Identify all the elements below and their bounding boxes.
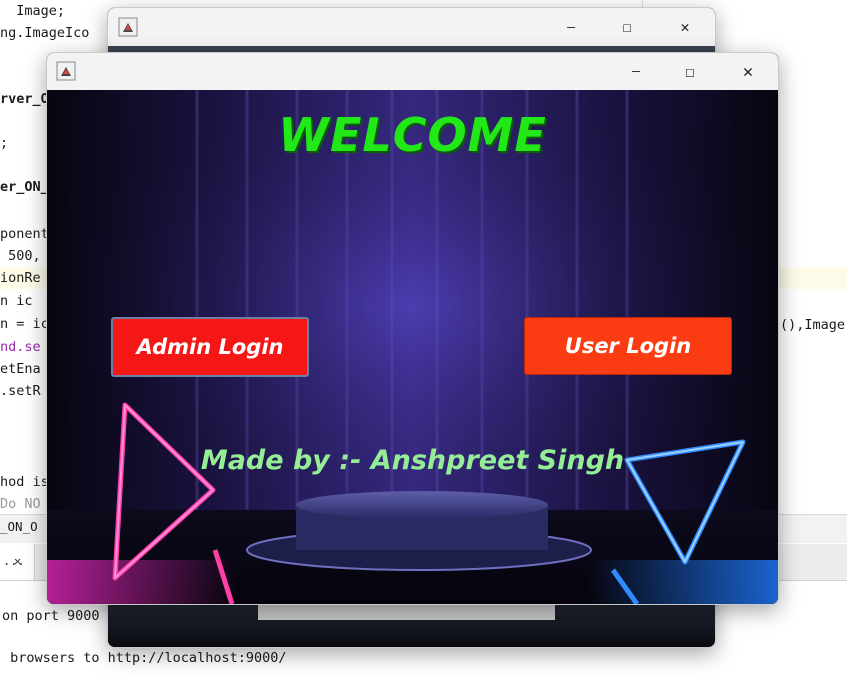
- code-line: ionRe: [0, 270, 41, 286]
- output-line: browsers to http://localhost:9000/: [2, 650, 287, 666]
- code-line-right: (),Image: [780, 317, 846, 333]
- code-line: 500,: [0, 248, 41, 264]
- code-line: hod is: [0, 474, 49, 490]
- welcome-window: — ☐ ✕ WELCOME Admin Login User Login Mad…: [46, 52, 779, 605]
- user-login-button[interactable]: User Login: [524, 317, 732, 375]
- minimize-button[interactable]: —: [548, 8, 594, 46]
- code-line: nd.se: [0, 339, 41, 355]
- background-image-bar: [258, 604, 555, 620]
- code-line: n ic: [0, 293, 33, 309]
- close-icon[interactable]: ✕: [14, 554, 21, 568]
- title-bar[interactable]: — ☐ ✕: [47, 53, 778, 90]
- code-line: etEna: [0, 361, 41, 377]
- maximize-button[interactable]: ☐: [667, 53, 713, 90]
- title-bar[interactable]: — ☐ ✕: [108, 8, 715, 46]
- code-line: rver_O: [0, 91, 49, 107]
- java-cup-icon: [56, 61, 76, 81]
- output-line: on port 9000: [2, 608, 100, 624]
- welcome-heading: WELCOME: [278, 108, 547, 162]
- admin-login-button[interactable]: Admin Login: [111, 317, 309, 377]
- code-line: ng.ImageIco: [0, 25, 90, 41]
- code-line: ;: [0, 135, 9, 151]
- minimize-button[interactable]: —: [613, 53, 659, 90]
- code-line: Do NO: [0, 496, 41, 512]
- stage-background: WELCOME Admin Login User Login Made by :…: [47, 90, 778, 604]
- code-line: Image;: [0, 3, 66, 19]
- code-line: _ON_O: [0, 519, 38, 534]
- output-tab[interactable]: ... ✕: [0, 544, 35, 580]
- java-cup-icon: [118, 17, 138, 37]
- code-line: er_ON_: [0, 179, 49, 195]
- close-button[interactable]: ✕: [660, 8, 710, 46]
- close-button[interactable]: ✕: [723, 53, 773, 90]
- code-line: n = ic: [0, 316, 49, 332]
- code-line: .setR: [0, 383, 41, 399]
- maximize-button[interactable]: ☐: [604, 8, 650, 46]
- code-line: ponent: [0, 226, 49, 242]
- credit-text: Made by :- Anshpreet Singh: [200, 445, 625, 476]
